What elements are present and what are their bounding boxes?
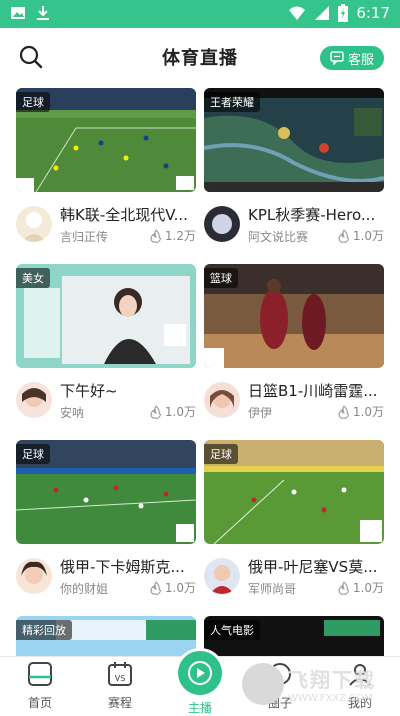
signal-icon [315, 6, 330, 20]
live-thumbnail[interactable]: 精彩回放 [16, 616, 196, 656]
tab-label: 首页 [27, 696, 52, 710]
avatar [204, 558, 240, 594]
popularity: 1.0万 [338, 227, 384, 244]
live-thumbnail[interactable]: 足球 [16, 440, 196, 544]
customer-service-button[interactable]: 客服 [320, 46, 384, 70]
live-feed: 足球 韩K联-全北现代V... 言归正传 1.2万 王者荣耀 KPL秋季赛-He… [0, 84, 400, 656]
live-card[interactable]: 足球 俄甲-叶尼塞VS莫... 军师尚哥 1.0万 [204, 440, 384, 612]
category-tag: 美女 [16, 268, 50, 288]
live-card[interactable]: 王者荣耀 KPL秋季赛-Hero... 阿文说比赛 1.0万 [204, 88, 384, 260]
fire-icon [338, 404, 349, 419]
live-title: 俄甲-下卡姆斯克... [60, 558, 185, 576]
heat-count: 1.2万 [164, 229, 196, 243]
live-thumbnail[interactable]: 美女 [16, 264, 196, 368]
svg-text:VS: VS [115, 674, 126, 683]
live-title: 韩K联-全北现代V... [60, 206, 188, 224]
live-title: 日篮B1-川崎雷霆... [248, 382, 378, 400]
popularity: 1.0万 [338, 579, 384, 596]
streamer-name: 你的财姐 [60, 582, 109, 596]
status-time: 6:17 [356, 4, 390, 22]
live-title: 俄甲-叶尼塞VS莫... [248, 558, 378, 576]
avatar [16, 206, 52, 242]
download-icon [37, 6, 49, 20]
tab-home[interactable]: 首页 [10, 661, 70, 711]
category-tag: 精彩回放 [16, 620, 72, 640]
fire-icon [338, 228, 349, 243]
streamer-name: 阿文说比赛 [248, 230, 309, 244]
schedule-icon: VS [108, 662, 132, 686]
watermark-logo [242, 663, 284, 705]
avatar [16, 382, 52, 418]
tab-label: 赛程 [107, 696, 132, 710]
live-thumbnail[interactable]: 篮球 [204, 264, 384, 368]
fire-icon [150, 228, 161, 243]
category-tag: 足球 [16, 444, 50, 464]
heat-count: 1.0万 [352, 581, 384, 595]
avatar [16, 558, 52, 594]
streamer-name: 伊伊 [248, 406, 273, 420]
site-watermark: 飞翔下载 WWW.FXXZ.COM [242, 660, 392, 708]
heat-count: 1.0万 [352, 229, 384, 243]
popularity: 1.0万 [150, 403, 196, 420]
popularity: 1.2万 [150, 227, 196, 244]
category-tag: 足球 [16, 92, 50, 112]
battery-icon [338, 4, 349, 22]
live-card[interactable]: 人气电影 [204, 616, 384, 656]
status-bar: 6:17 [0, 0, 400, 28]
chat-icon [330, 51, 344, 65]
live-card[interactable]: 篮球 日篮B1-川崎雷霆... 伊伊 1.0万 [204, 264, 384, 436]
heat-count: 1.0万 [164, 581, 196, 595]
fire-icon [338, 580, 349, 595]
app-header: 体育直播 客服 [0, 28, 400, 84]
live-thumbnail[interactable]: 人气电影 [204, 616, 384, 656]
image-icon [11, 7, 25, 19]
live-card[interactable]: 精彩回放 [16, 616, 196, 656]
live-title: KPL秋季赛-Hero... [248, 206, 376, 224]
live-card[interactable]: 足球 韩K联-全北现代V... 言归正传 1.2万 [16, 88, 196, 260]
category-tag: 足球 [204, 444, 238, 464]
live-thumbnail[interactable]: 足球 [204, 440, 384, 544]
popularity: 1.0万 [338, 403, 384, 420]
live-card[interactable]: 美女 下午好~ 安呐 1.0万 [16, 264, 196, 436]
customer-service-label: 客服 [347, 52, 374, 68]
watermark-text: 飞翔下载 [288, 668, 376, 692]
category-tag: 人气电影 [204, 620, 260, 640]
avatar [204, 382, 240, 418]
tab-label: 主播 [187, 701, 212, 715]
live-thumbnail[interactable]: 王者荣耀 [204, 88, 384, 192]
avatar [204, 206, 240, 242]
live-card[interactable]: 足球 俄甲-下卡姆斯克... 你的财姐 1.0万 [16, 440, 196, 612]
home-icon [28, 662, 52, 686]
streamer-name: 军师尚哥 [248, 582, 297, 596]
fire-icon [150, 404, 161, 419]
watermark-url: WWW.FXXZ.COM [288, 693, 373, 704]
category-tag: 王者荣耀 [204, 92, 260, 112]
streamer-name: 安呐 [60, 406, 85, 420]
tab-schedule[interactable]: VS 赛程 [90, 661, 150, 711]
live-title: 下午好~ [60, 382, 118, 400]
heat-count: 1.0万 [164, 405, 196, 419]
wifi-icon [289, 6, 306, 20]
popularity: 1.0万 [150, 579, 196, 596]
streamer-name: 言归正传 [60, 230, 109, 244]
live-thumbnail[interactable]: 足球 [16, 88, 196, 192]
fire-icon [150, 580, 161, 595]
tab-anchor[interactable]: 主播 [170, 651, 230, 716]
heat-count: 1.0万 [352, 405, 384, 419]
play-button[interactable] [178, 651, 222, 695]
category-tag: 篮球 [204, 268, 238, 288]
play-icon [188, 661, 212, 685]
